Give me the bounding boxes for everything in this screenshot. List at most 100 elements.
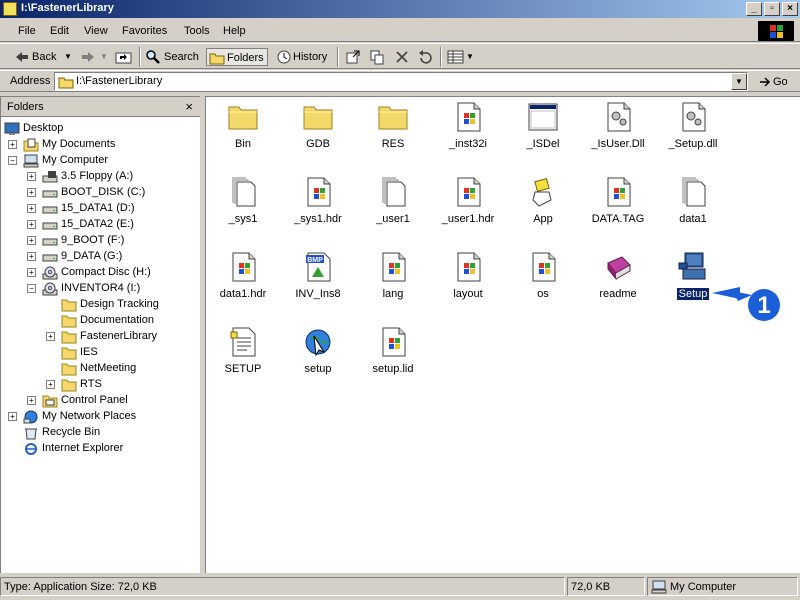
file-item-setup-lid[interactable]: setup.lid bbox=[357, 323, 429, 395]
file-label: App bbox=[533, 213, 553, 225]
tree-item-boot-disk-c[interactable]: + BOOT_DISK (C:) bbox=[1, 185, 199, 201]
expand-icon[interactable]: + bbox=[27, 220, 36, 229]
tree-item-recycle-bin[interactable]: Recycle Bin bbox=[1, 425, 199, 441]
maximize-button[interactable]: ▫ bbox=[764, 2, 780, 16]
menu-tools[interactable]: Tools bbox=[184, 25, 210, 37]
file-item-setup[interactable]: setup bbox=[282, 323, 354, 395]
address-dropdown-icon[interactable]: ▼ bbox=[731, 73, 747, 90]
file-item-sys1[interactable]: _sys1 bbox=[207, 173, 279, 245]
expand-icon[interactable]: + bbox=[8, 140, 17, 149]
file-item-app[interactable]: App bbox=[507, 173, 579, 245]
undo-button[interactable] bbox=[416, 48, 434, 66]
expand-icon[interactable]: + bbox=[27, 204, 36, 213]
title-bar[interactable]: I:\FastenerLibrary _ ▫ × bbox=[0, 0, 800, 18]
tree-item-rts[interactable]: + RTS bbox=[1, 377, 199, 393]
tree-item-9-boot-f[interactable]: +9_BOOT (F:) bbox=[1, 233, 199, 249]
tree-item-9-data-g[interactable]: +9_DATA (G:) bbox=[1, 249, 199, 265]
expand-icon[interactable]: + bbox=[27, 188, 36, 197]
tree-item-design-tracking[interactable]: Design Tracking bbox=[1, 297, 199, 313]
file-item-user1[interactable]: _user1 bbox=[357, 173, 429, 245]
status-size: 72,0 KB bbox=[571, 581, 611, 593]
move-to-button[interactable] bbox=[344, 48, 362, 66]
file-item-isdel[interactable]: _ISDel bbox=[507, 98, 579, 170]
views-dropdown-icon[interactable]: ▼ bbox=[466, 48, 474, 66]
views-button[interactable]: ▼ bbox=[447, 48, 475, 66]
expand-icon[interactable]: + bbox=[8, 412, 17, 421]
tree-item-my-network-places[interactable]: + My Network Places bbox=[1, 409, 199, 425]
forward-dropdown-icon[interactable]: ▼ bbox=[100, 48, 108, 66]
menu-help[interactable]: Help bbox=[223, 25, 246, 37]
tree-item-inventor4-i[interactable]: − INVENTOR4 (I:) bbox=[1, 281, 199, 297]
app-hand-icon bbox=[527, 176, 559, 208]
back-button[interactable]: Back ▼ bbox=[6, 48, 76, 66]
file-item-lang[interactable]: lang bbox=[357, 248, 429, 320]
delete-button[interactable] bbox=[393, 48, 411, 66]
search-button[interactable]: Search bbox=[144, 48, 200, 66]
expand-icon[interactable]: + bbox=[46, 332, 55, 341]
file-item-user1-hdr[interactable]: _user1.hdr bbox=[432, 173, 504, 245]
file-item-data-tag[interactable]: DATA.TAG bbox=[582, 173, 654, 245]
tree-item-ies[interactable]: IES bbox=[1, 345, 199, 361]
expand-icon[interactable]: + bbox=[46, 380, 55, 389]
file-item-data1[interactable]: data1 bbox=[657, 173, 729, 245]
history-button[interactable]: History bbox=[275, 48, 331, 66]
file-item-sys1-hdr[interactable]: _sys1.hdr bbox=[282, 173, 354, 245]
window-title: I:\FastenerLibrary bbox=[21, 2, 114, 14]
minimize-button[interactable]: _ bbox=[746, 2, 762, 16]
tree-item-15-data1-d[interactable]: +15_DATA1 (D:) bbox=[1, 201, 199, 217]
file-item-setup-dll[interactable]: _Setup.dll bbox=[657, 98, 729, 170]
file-item-os[interactable]: os bbox=[507, 248, 579, 320]
expand-icon[interactable]: + bbox=[27, 172, 36, 181]
tree-item-my-documents[interactable]: + My Documents bbox=[1, 137, 199, 153]
file-label: SETUP bbox=[224, 363, 262, 375]
collapse-icon[interactable]: − bbox=[8, 156, 17, 165]
expand-icon[interactable]: + bbox=[27, 396, 36, 405]
menu-edit[interactable]: Edit bbox=[50, 25, 69, 37]
tree-item-documentation[interactable]: Documentation bbox=[1, 313, 199, 329]
tree-item-control-panel[interactable]: + Control Panel bbox=[1, 393, 199, 409]
file-item-inst32i[interactable]: _inst32i bbox=[432, 98, 504, 170]
hard-drive-icon bbox=[42, 202, 58, 216]
copy-to-button[interactable] bbox=[368, 48, 386, 66]
tree-item-desktop[interactable]: Desktop bbox=[1, 121, 199, 137]
tree-item-label: My Network Places bbox=[42, 410, 137, 422]
tree-item-internet-explorer[interactable]: Internet Explorer bbox=[1, 441, 199, 457]
file-item-res[interactable]: RES bbox=[357, 98, 429, 170]
go-button[interactable]: Go bbox=[756, 73, 796, 91]
tree-item-label: IES bbox=[80, 346, 98, 358]
close-button[interactable]: × bbox=[782, 2, 798, 16]
collapse-icon[interactable]: − bbox=[27, 284, 36, 293]
folders-button[interactable]: Folders bbox=[206, 48, 268, 66]
file-item-setup[interactable]: SETUP bbox=[207, 323, 279, 395]
tree-item-compact-disc-h[interactable]: + Compact Disc (H:) bbox=[1, 265, 199, 281]
address-input[interactable]: I:\FastenerLibrary ▼ bbox=[54, 72, 748, 91]
folders-pane-close-button[interactable]: × bbox=[185, 99, 193, 114]
tree-item-fastenerlibrary[interactable]: + FastenerLibrary bbox=[1, 329, 199, 345]
file-item-layout[interactable]: layout bbox=[432, 248, 504, 320]
tree-item-label: Internet Explorer bbox=[42, 442, 124, 454]
expand-icon[interactable]: + bbox=[27, 236, 36, 245]
file-item-gdb[interactable]: GDB bbox=[282, 98, 354, 170]
menu-file[interactable]: File bbox=[18, 25, 36, 37]
back-dropdown-icon[interactable]: ▼ bbox=[64, 48, 72, 66]
search-icon bbox=[146, 50, 160, 64]
menu-view[interactable]: View bbox=[84, 25, 108, 37]
tree-item-my-computer[interactable]: − My Computer bbox=[1, 153, 199, 169]
expand-icon[interactable]: + bbox=[27, 252, 36, 261]
tree-item-netmeeting[interactable]: NetMeeting bbox=[1, 361, 199, 377]
file-label: Bin bbox=[235, 138, 251, 150]
file-label: lang bbox=[382, 288, 404, 300]
file-item-bin[interactable]: Bin bbox=[207, 98, 279, 170]
file-item-readme[interactable]: readme bbox=[582, 248, 654, 320]
file-label-wrap: DATA.TAG bbox=[582, 213, 654, 225]
menu-favorites[interactable]: Favorites bbox=[122, 25, 167, 37]
file-item-inv-ins8[interactable]: BMP INV_Ins8 bbox=[282, 248, 354, 320]
file-item-data1-hdr[interactable]: data1.hdr bbox=[207, 248, 279, 320]
tree-item-15-data2-e[interactable]: +15_DATA2 (E:) bbox=[1, 217, 199, 233]
tree-item-3-5-floppy-a[interactable]: +3.5 Floppy (A:) bbox=[1, 169, 199, 185]
forward-button[interactable]: ▼ bbox=[76, 48, 110, 66]
file-item-isuser-dll[interactable]: _IsUser.Dll bbox=[582, 98, 654, 170]
up-folder-button[interactable] bbox=[113, 48, 135, 66]
cd-drive-icon bbox=[42, 266, 58, 280]
expand-icon[interactable]: + bbox=[27, 268, 36, 277]
